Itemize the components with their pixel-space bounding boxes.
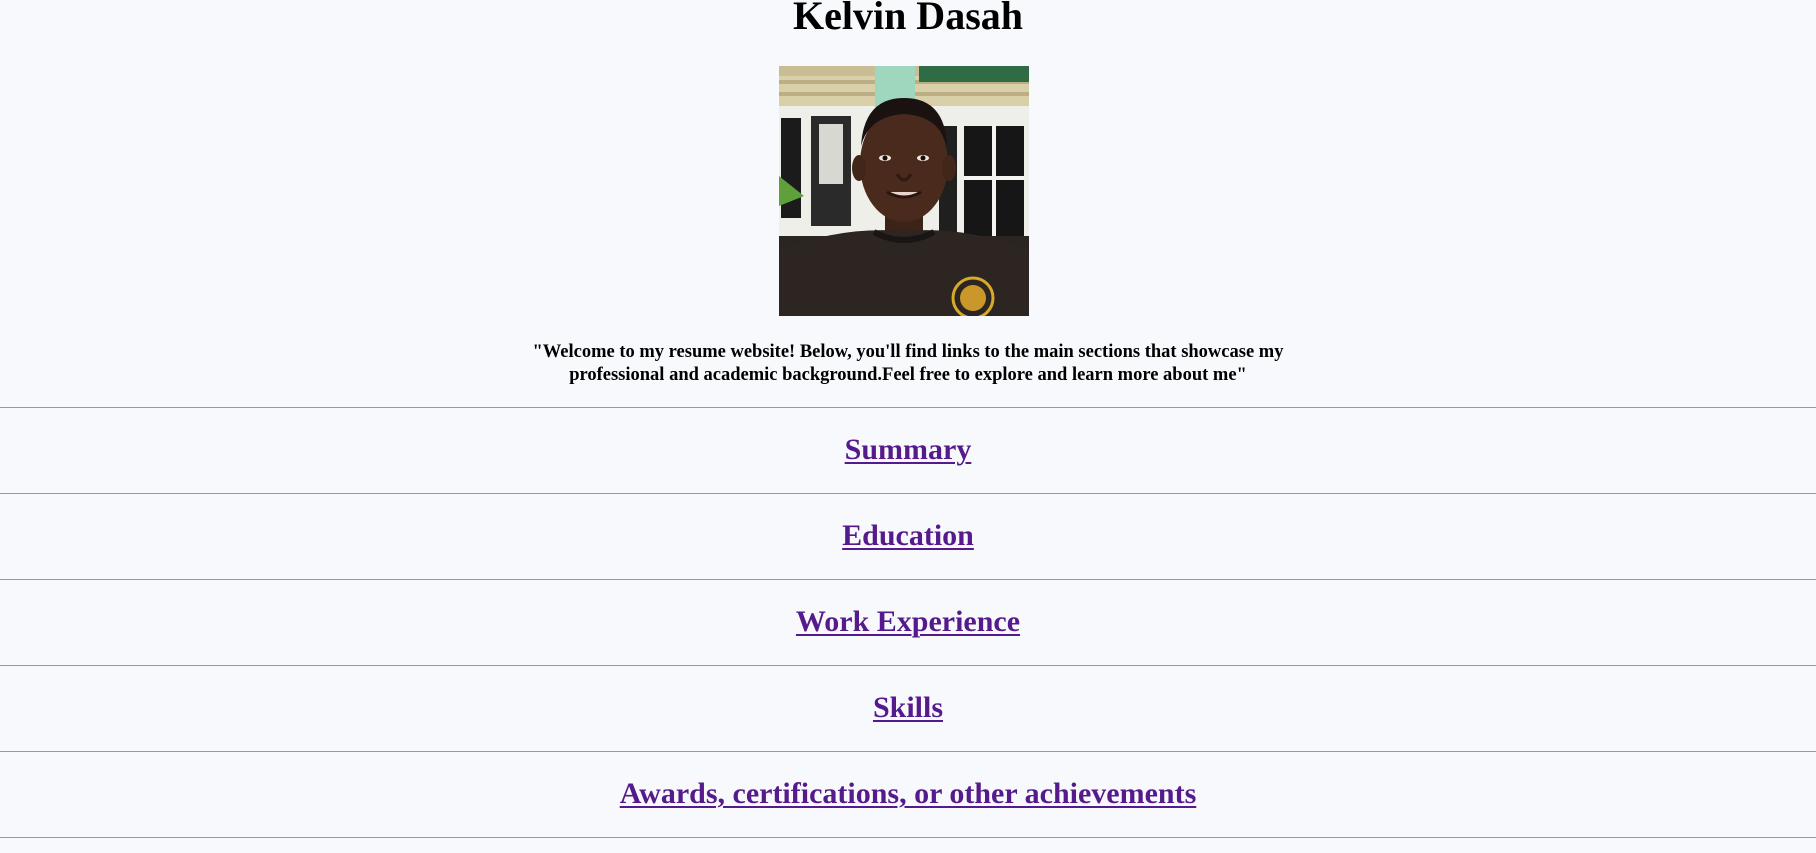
nav-row-education: Education bbox=[0, 518, 1816, 554]
summary-link[interactable]: Summary bbox=[845, 433, 972, 466]
education-link[interactable]: Education bbox=[842, 519, 974, 552]
nav-row-awards: Awards, certifications, or other achieve… bbox=[0, 776, 1816, 812]
welcome-message: "Welcome to my resume website! Below, yo… bbox=[532, 342, 1284, 385]
nav-row-summary: Summary bbox=[0, 432, 1816, 468]
resume-page: Kelvin Dasah "Welcome to my resume websi… bbox=[0, 0, 1816, 853]
divider bbox=[0, 579, 1816, 580]
divider bbox=[0, 665, 1816, 666]
divider bbox=[0, 837, 1816, 838]
divider bbox=[0, 407, 1816, 408]
awards-link[interactable]: Awards, certifications, or other achieve… bbox=[620, 777, 1197, 810]
nav-row-work-experience: Work Experience bbox=[0, 604, 1816, 640]
divider bbox=[0, 751, 1816, 752]
nav-row-skills: Skills bbox=[0, 690, 1816, 726]
page-title: Kelvin Dasah bbox=[792, 0, 1024, 38]
profile-photo bbox=[779, 66, 1029, 316]
work-experience-link[interactable]: Work Experience bbox=[796, 605, 1020, 638]
skills-link[interactable]: Skills bbox=[873, 691, 943, 724]
divider bbox=[0, 493, 1816, 494]
